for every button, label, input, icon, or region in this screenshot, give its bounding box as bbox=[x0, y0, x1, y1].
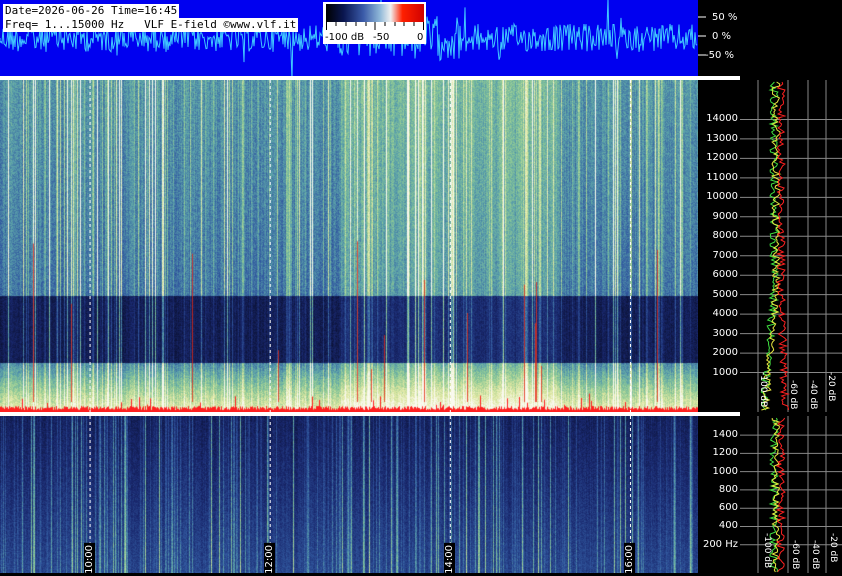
spectrum-trace-red bbox=[775, 417, 787, 573]
upper-freq-label: 14000 bbox=[706, 113, 738, 125]
time-tick-label: 12:00 bbox=[264, 543, 276, 576]
upper-freq-label: 4000 bbox=[712, 308, 738, 320]
date-time-label: Date=2026-06-26 Time=16:45 bbox=[3, 4, 180, 18]
db-label-lower-40: -40 dB bbox=[810, 540, 820, 570]
db-label-upper-40: -40 dB bbox=[808, 380, 818, 410]
colorbar-label-max: 0 bbox=[417, 32, 424, 43]
upper-freq-label: 2000 bbox=[712, 347, 738, 359]
db-label-upper-20: -20 dB bbox=[826, 372, 836, 402]
upper-freq-label: 8000 bbox=[712, 230, 738, 242]
db-label-lower-60: -60 dB bbox=[790, 540, 800, 570]
amp-ticks bbox=[698, 16, 706, 56]
lower-freq-label: 400 bbox=[718, 520, 738, 532]
lower-freq-label: 1400 bbox=[712, 429, 738, 441]
amp-label-0: 0 % bbox=[712, 31, 732, 42]
upper-freq-label: 1000 bbox=[712, 366, 738, 378]
lower-freq-label: 800 bbox=[718, 483, 738, 495]
db-label-upper-60: -60 dB bbox=[788, 380, 798, 410]
colorbar-label-mid: -50 bbox=[373, 32, 390, 43]
time-tick-label: 10:00 bbox=[84, 543, 96, 576]
time-tick-label: 14:00 bbox=[444, 543, 456, 576]
lower-freq-label: 600 bbox=[718, 502, 738, 514]
hour-gridlines bbox=[89, 80, 631, 573]
colorbar-ticks bbox=[326, 22, 424, 30]
frequency-range-label: Freq= 1...15000 Hz VLF E-field ©www.vlf.… bbox=[3, 18, 299, 32]
upper-freq-label: 3000 bbox=[712, 327, 738, 339]
upper-freq-label: 12000 bbox=[706, 152, 738, 164]
time-tick-label: 16:00 bbox=[624, 543, 636, 576]
lower-freq-label: 1000 bbox=[712, 465, 738, 477]
spectrum-upper-panel bbox=[740, 80, 842, 412]
colorbar-label-min: -100 dB bbox=[325, 32, 365, 43]
colorbar-gradient bbox=[326, 4, 424, 22]
spectrum-trace-green bbox=[760, 81, 780, 411]
lower-freq-label: 1200 bbox=[712, 447, 738, 459]
lower-freq-label: 200 Hz bbox=[702, 538, 738, 550]
upper-freq-label: 10000 bbox=[706, 191, 738, 203]
upper-freq-label: 6000 bbox=[712, 269, 738, 281]
amp-label-50: 50 % bbox=[712, 12, 738, 23]
db-label-upper-100: -100 dB bbox=[758, 372, 768, 408]
upper-freq-label: 11000 bbox=[706, 171, 738, 183]
upper-freq-label: 7000 bbox=[712, 249, 738, 261]
db-label-lower-100: -100 dB bbox=[762, 533, 772, 569]
upper-freq-label: 5000 bbox=[712, 288, 738, 300]
db-label-lower-20: -20 dB bbox=[828, 533, 838, 563]
upper-freq-label: 13000 bbox=[706, 132, 738, 144]
upper-freq-label: 9000 bbox=[712, 210, 738, 222]
